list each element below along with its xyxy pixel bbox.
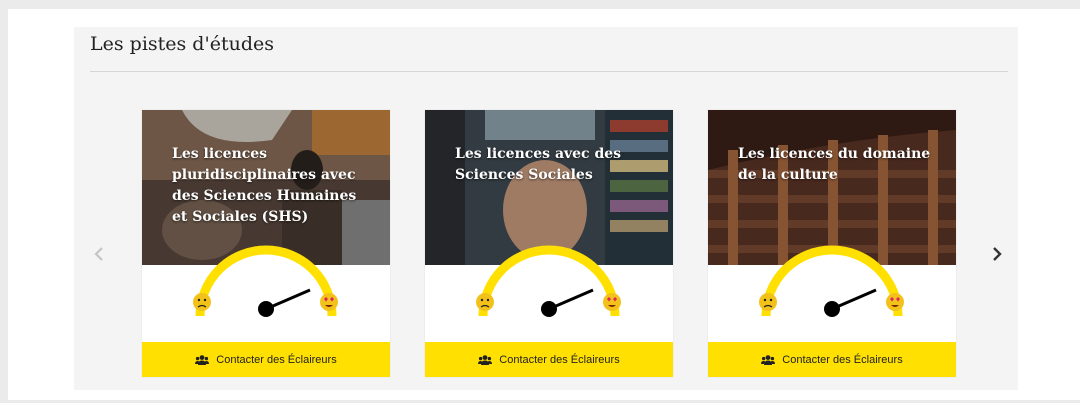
study-card[interactable]: Les licences du domaine de la culture Co… [708,110,956,377]
chevron-right-icon [993,247,1002,261]
contact-eclaireurs-button[interactable]: Contacter des Éclaireurs [708,342,956,377]
heart-eyes-face-icon [320,293,338,311]
satisfaction-gauge [425,228,673,338]
card-title: Les licences pluridisciplinaires avec de… [172,146,357,225]
sad-face-icon [476,293,494,311]
users-icon [478,354,493,365]
card-title: Les licences du domaine de la culture [738,146,931,183]
study-card[interactable]: Les licences pluridisciplinaires avec de… [142,110,390,377]
satisfaction-gauge [142,228,390,338]
section-title: Les pistes d'études [90,33,274,55]
heart-eyes-face-icon [886,293,904,311]
title-divider [90,71,1008,72]
contact-button-label: Contacter des Éclaireurs [216,353,337,366]
sad-face-icon [193,293,211,311]
contact-eclaireurs-button[interactable]: Contacter des Éclaireurs [425,342,673,377]
satisfaction-gauge [708,228,956,338]
carousel-prev-button[interactable] [87,240,111,268]
chevron-left-icon [94,247,103,261]
contact-button-label: Contacter des Éclaireurs [499,353,620,366]
card-title: Les licences avec des Sciences Sociales [455,146,622,183]
carousel-next-button[interactable] [985,240,1009,268]
heart-eyes-face-icon [603,293,621,311]
sad-face-icon [759,293,777,311]
study-card[interactable]: Les licences avec des Sciences Sociales [425,110,673,377]
users-icon [761,354,776,365]
users-icon [195,354,210,365]
contact-button-label: Contacter des Éclaireurs [782,353,903,366]
contact-eclaireurs-button[interactable]: Contacter des Éclaireurs [142,342,390,377]
